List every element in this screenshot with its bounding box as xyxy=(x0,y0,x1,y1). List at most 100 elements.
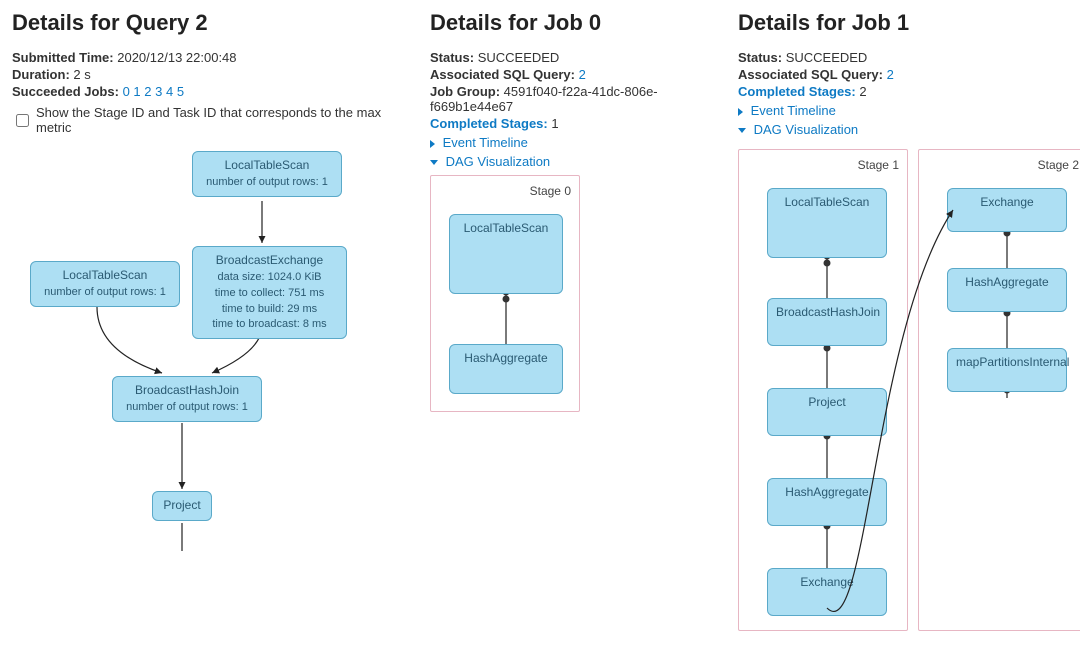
node-broadcasthashjoin[interactable]: BroadcastHashJoin xyxy=(767,298,887,346)
assoc-link[interactable]: 2 xyxy=(887,67,894,82)
job1-event-timeline-toggle[interactable]: Event Timeline xyxy=(738,103,1080,118)
stage1-label: Stage 1 xyxy=(747,158,899,172)
job1-dag-toggle[interactable]: DAG Visualization xyxy=(738,122,1080,137)
node-localtablescan-top[interactable]: LocalTableScan number of output rows: 1 xyxy=(192,151,342,197)
job1-panel: Details for Job 1 Status: SUCCEEDED Asso… xyxy=(738,10,1080,631)
toggle-label: DAG Visualization xyxy=(754,122,859,137)
node-exchange[interactable]: Exchange xyxy=(767,568,887,616)
max-metric-checkbox[interactable] xyxy=(16,114,29,127)
node-title: HashAggregate xyxy=(956,275,1058,289)
job0-event-timeline-toggle[interactable]: Event Timeline xyxy=(430,135,720,150)
caret-down-icon xyxy=(738,128,746,133)
submitted-row: Submitted Time: 2020/12/13 22:00:48 xyxy=(12,50,412,65)
node-project[interactable]: Project xyxy=(152,491,212,521)
duration-row: Duration: 2 s xyxy=(12,67,412,82)
job1-title: Details for Job 1 xyxy=(738,10,1080,36)
status-value: SUCCEEDED xyxy=(786,50,868,65)
node-title: Project xyxy=(776,395,878,409)
caret-down-icon xyxy=(430,160,438,165)
stage0-dag: LocalTableScan HashAggregate xyxy=(439,204,571,399)
status-value: SUCCEEDED xyxy=(478,50,560,65)
stage2-label: Stage 2 xyxy=(927,158,1079,172)
node-broadcasthashjoin[interactable]: BroadcastHashJoin number of output rows:… xyxy=(112,376,262,422)
node-sub: data size: 1024.0 KiB time to collect: 7… xyxy=(212,271,326,330)
node-localtablescan[interactable]: LocalTableScan xyxy=(767,188,887,258)
job0-stage0-frame: Stage 0 LocalTableScan HashAggregate xyxy=(430,175,580,412)
duration-label: Duration: xyxy=(12,67,70,82)
max-metric-label: Show the Stage ID and Task ID that corre… xyxy=(36,105,412,135)
node-mappartitionsinternal[interactable]: mapPartitionsInternal xyxy=(947,348,1067,392)
job1-status-row: Status: SUCCEEDED xyxy=(738,50,1080,65)
node-hashaggregate[interactable]: HashAggregate xyxy=(947,268,1067,312)
query-dag: LocalTableScan number of output rows: 1 … xyxy=(12,141,412,561)
node-sub: number of output rows: 1 xyxy=(44,286,166,298)
completed-label: Completed Stages: xyxy=(430,116,548,131)
job0-assoc-row: Associated SQL Query: 2 xyxy=(430,67,720,82)
job0-completed-row[interactable]: Completed Stages: 1 xyxy=(430,116,720,131)
node-title: Exchange xyxy=(776,575,878,589)
max-metric-row: Show the Stage ID and Task ID that corre… xyxy=(12,105,412,135)
succeeded-job-2[interactable]: 2 xyxy=(144,84,151,99)
node-project[interactable]: Project xyxy=(767,388,887,436)
node-sub: number of output rows: 1 xyxy=(126,401,248,413)
job1-completed-row[interactable]: Completed Stages: 2 xyxy=(738,84,1080,99)
completed-label: Completed Stages: xyxy=(738,84,856,99)
completed-value: 2 xyxy=(859,84,866,99)
job0-panel: Details for Job 0 Status: SUCCEEDED Asso… xyxy=(430,10,720,412)
status-label: Status: xyxy=(430,50,474,65)
node-title: BroadcastHashJoin xyxy=(121,383,253,397)
node-title: HashAggregate xyxy=(776,485,878,499)
node-exchange[interactable]: Exchange xyxy=(947,188,1067,232)
query-title: Details for Query 2 xyxy=(12,10,412,36)
node-title: LocalTableScan xyxy=(201,158,333,172)
node-localtablescan[interactable]: LocalTableScan xyxy=(449,214,563,294)
dot-icon xyxy=(503,296,510,303)
node-title: Project xyxy=(161,498,203,512)
node-title: BroadcastExchange xyxy=(201,253,338,267)
node-title: Exchange xyxy=(956,195,1058,209)
job1-assoc-row: Associated SQL Query: 2 xyxy=(738,67,1080,82)
stage0-label: Stage 0 xyxy=(439,184,571,198)
toggle-label: DAG Visualization xyxy=(446,154,551,169)
duration-value: 2 s xyxy=(73,67,90,82)
stage2-dag: Exchange HashAggregate mapPartitionsInte… xyxy=(927,178,1079,413)
job0-dag-toggle[interactable]: DAG Visualization xyxy=(430,154,720,169)
succeeded-job-3[interactable]: 3 xyxy=(155,84,162,99)
succeeded-row: Succeeded Jobs: 0 1 2 3 4 5 xyxy=(12,84,412,99)
status-label: Status: xyxy=(738,50,782,65)
node-localtablescan-left[interactable]: LocalTableScan number of output rows: 1 xyxy=(30,261,180,307)
succeeded-job-5[interactable]: 5 xyxy=(177,84,184,99)
toggle-label: Event Timeline xyxy=(443,135,528,150)
job1-stage1-frame: Stage 1 LocalTableScan xyxy=(738,149,908,631)
job0-status-row: Status: SUCCEEDED xyxy=(430,50,720,65)
node-title: mapPartitionsInternal xyxy=(956,355,1058,369)
node-title: LocalTableScan xyxy=(39,268,171,282)
node-hashaggregate[interactable]: HashAggregate xyxy=(767,478,887,526)
succeeded-job-1[interactable]: 1 xyxy=(133,84,140,99)
assoc-label: Associated SQL Query: xyxy=(430,67,575,82)
submitted-label: Submitted Time: xyxy=(12,50,114,65)
caret-right-icon xyxy=(430,140,435,148)
assoc-label: Associated SQL Query: xyxy=(738,67,883,82)
succeeded-job-0[interactable]: 0 xyxy=(123,84,130,99)
group-label: Job Group: xyxy=(430,84,500,99)
node-title: HashAggregate xyxy=(458,351,554,365)
caret-right-icon xyxy=(738,108,743,116)
job1-stage2-frame: Stage 2 Exchange HashAggregate xyxy=(918,149,1080,631)
node-hashaggregate[interactable]: HashAggregate xyxy=(449,344,563,394)
node-broadcastexchange[interactable]: BroadcastExchange data size: 1024.0 KiB … xyxy=(192,246,347,339)
node-title: LocalTableScan xyxy=(776,195,878,209)
assoc-link[interactable]: 2 xyxy=(579,67,586,82)
dot-icon xyxy=(824,260,831,267)
stage1-dag: LocalTableScan BroadcastHashJoin Project… xyxy=(747,178,899,618)
job0-group-row: Job Group: 4591f040-f22a-41dc-806e-f669b… xyxy=(430,84,720,114)
submitted-value: 2020/12/13 22:00:48 xyxy=(117,50,236,65)
completed-value: 1 xyxy=(551,116,558,131)
toggle-label: Event Timeline xyxy=(751,103,836,118)
query-panel: Details for Query 2 Submitted Time: 2020… xyxy=(12,10,412,561)
succeeded-job-4[interactable]: 4 xyxy=(166,84,173,99)
succeeded-label: Succeeded Jobs: xyxy=(12,84,119,99)
node-title: BroadcastHashJoin xyxy=(776,305,878,319)
job0-title: Details for Job 0 xyxy=(430,10,720,36)
node-sub: number of output rows: 1 xyxy=(206,176,328,188)
